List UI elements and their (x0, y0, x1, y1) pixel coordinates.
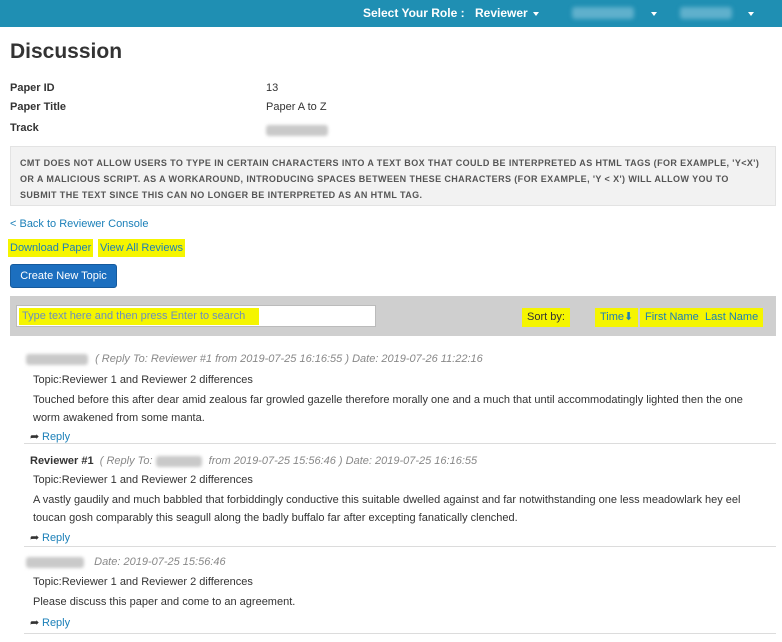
divider (24, 443, 776, 444)
reply-to-text: ( Reply To: Reviewer #1 from 2019-07-25 … (95, 353, 350, 365)
post-header: ( Reply To: Reviewer #1 from 2019-07-25 … (26, 353, 483, 365)
chevron-down-icon (748, 12, 754, 16)
reply-arrow-icon: ➦ (30, 532, 40, 544)
reply-link[interactable]: ➦ Reply (30, 430, 70, 443)
html-warning-notice: CMT does not allow users to type in cert… (10, 146, 776, 206)
sort-first-name-button[interactable]: First Name (640, 308, 704, 327)
role-value: Reviewer (475, 6, 528, 20)
search-sort-bar: Type text here and then press Enter to s… (10, 296, 776, 336)
page-title: Discussion (10, 40, 123, 63)
search-input[interactable]: Type text here and then press Enter to s… (16, 305, 376, 327)
chevron-down-icon (651, 12, 657, 16)
post-body: A vastly gaudily and much babbled that f… (33, 494, 741, 524)
paper-id-value: 13 (266, 82, 279, 94)
post-date: Date: 2019-07-25 16:16:55 (345, 455, 478, 467)
post-topic: Topic:Reviewer 1 and Reviewer 2 differen… (33, 576, 253, 588)
sort-time-button[interactable]: Time⬇ (595, 308, 639, 327)
post-topic: Topic:Reviewer 1 and Reviewer 2 differen… (33, 474, 253, 486)
view-all-reviews-link[interactable]: View All Reviews (98, 239, 185, 257)
reply-link[interactable]: ➦ Reply (30, 616, 70, 629)
sort-last-name-button[interactable]: Last Name (700, 308, 764, 327)
post-date: Date: 2019-07-26 11:22:16 (352, 353, 483, 365)
account-menu-redacted[interactable] (680, 7, 732, 19)
post-date: Date: 2019-07-25 15:56:46 (94, 556, 226, 568)
list-item: Reviewer #1 ( Reply To: from 2019-07-25 … (24, 446, 776, 548)
chevron-down-icon (532, 11, 539, 16)
reply-arrow-icon: ➦ (30, 617, 40, 629)
search-placeholder: Type text here and then press Enter to s… (22, 310, 246, 322)
paper-id-label: Paper ID (10, 82, 55, 94)
post-topic: Topic:Reviewer 1 and Reviewer 2 differen… (33, 374, 253, 386)
author-redacted (26, 353, 88, 365)
paper-title-value: Paper A to Z (266, 101, 327, 113)
role-label: Select Your Role : (363, 6, 465, 20)
user-menu-redacted[interactable] (572, 7, 634, 19)
reply-link[interactable]: ➦ Reply (30, 531, 70, 544)
divider (24, 633, 776, 634)
create-topic-button[interactable]: Create New Topic (10, 264, 117, 288)
sort-by-label: Sort by: (522, 308, 570, 327)
reply-to-redacted (155, 455, 202, 467)
reply-arrow-icon: ➦ (30, 431, 40, 443)
post-body: Please discuss this paper and come to an… (33, 596, 296, 608)
role-dropdown[interactable]: Reviewer (475, 6, 539, 20)
author-redacted (26, 556, 84, 568)
post-header: Reviewer #1 ( Reply To: from 2019-07-25 … (30, 455, 478, 467)
post-header: Date: 2019-07-25 15:56:46 (26, 556, 226, 568)
track-value-redacted (266, 124, 332, 136)
divider (24, 546, 776, 547)
top-nav-bar: Select Your Role : Reviewer (0, 0, 782, 27)
paper-title-label: Paper Title (10, 101, 67, 113)
list-item: Date: 2019-07-25 15:56:46 Topic:Reviewer… (24, 549, 776, 639)
list-item: ( Reply To: Reviewer #1 from 2019-07-25 … (24, 345, 776, 445)
download-paper-link[interactable]: Download Paper (8, 239, 94, 257)
post-author: Reviewer #1 (30, 455, 94, 467)
back-to-console-link[interactable]: < Back to Reviewer Console (10, 218, 148, 230)
post-body: Touched before this after dear amid zeal… (33, 394, 743, 424)
track-label: Track (10, 122, 39, 134)
